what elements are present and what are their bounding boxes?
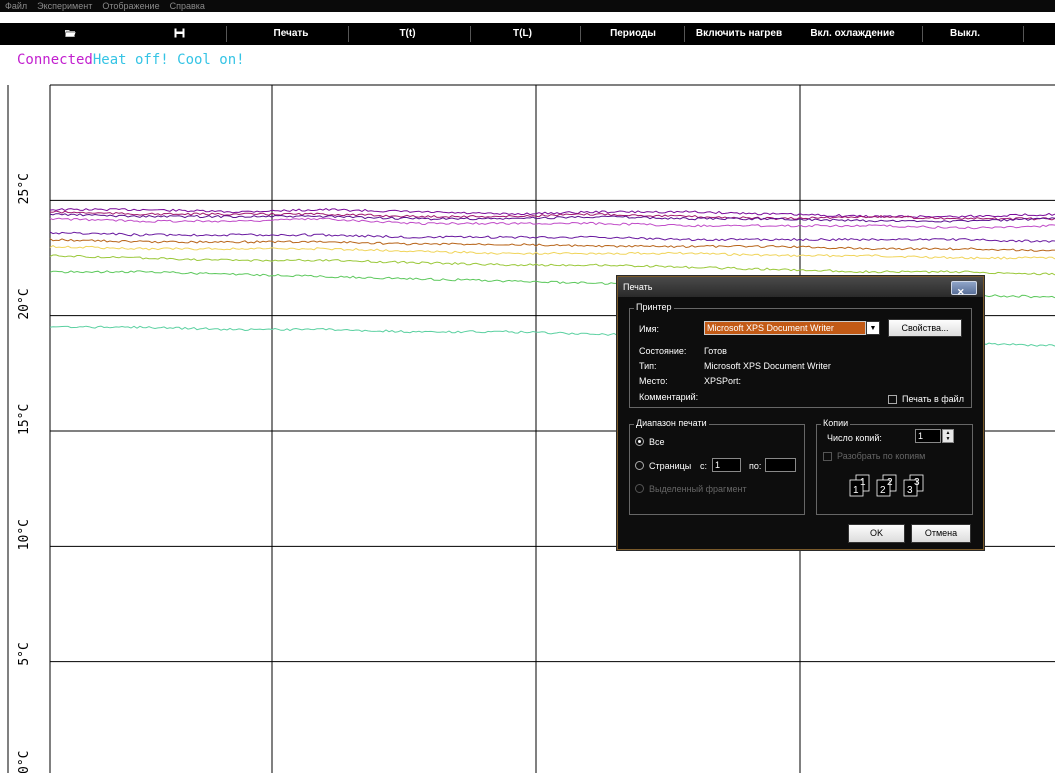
range-selection-label: Выделенный фрагмент bbox=[649, 484, 747, 494]
comment-label: Комментарий: bbox=[639, 392, 699, 402]
cool-on-button[interactable]: Вкл. охлаждение bbox=[790, 23, 915, 45]
cancel-button[interactable]: Отмена bbox=[911, 524, 971, 543]
t-time-button[interactable]: T(t) bbox=[380, 23, 435, 45]
range-pages-radio[interactable] bbox=[635, 461, 644, 470]
place-label: Место: bbox=[639, 376, 668, 386]
periods-button[interactable]: Периоды bbox=[598, 23, 668, 45]
series-line-4 bbox=[49, 231, 1055, 243]
dialog-title: Печать bbox=[623, 282, 653, 292]
series-line-3 bbox=[49, 217, 1055, 230]
range-selection-radio[interactable] bbox=[635, 484, 644, 493]
range-pages-label: Страницы bbox=[649, 461, 692, 471]
t-length-button[interactable]: T(L) bbox=[495, 23, 550, 45]
y-tick-label-1: 20°C bbox=[17, 288, 32, 319]
state-value: Готов bbox=[704, 346, 727, 356]
printer-name-label: Имя: bbox=[639, 324, 660, 334]
svg-text:1: 1 bbox=[860, 477, 866, 488]
print-button[interactable]: Печать bbox=[256, 23, 326, 45]
collate-pages-icon: 11 22 33 bbox=[849, 474, 924, 497]
heat-cool-text: Heat off! Cool on! bbox=[92, 52, 245, 68]
from-page-input[interactable]: 1 bbox=[712, 458, 741, 472]
range-all-radio[interactable] bbox=[635, 437, 644, 446]
y-tick-label-3: 10°C bbox=[17, 519, 32, 550]
menu-help[interactable]: Справка bbox=[165, 0, 210, 12]
copies-count-input[interactable]: 1 bbox=[915, 429, 941, 443]
chart-y-labels: 25°C 20°C 15°C 10°C 5°C 0°C bbox=[17, 173, 32, 773]
series-line-7 bbox=[49, 254, 1055, 276]
ok-button[interactable]: OK bbox=[848, 524, 905, 543]
svg-text:1: 1 bbox=[853, 485, 859, 496]
heat-on-button[interactable]: Включить нагрев bbox=[690, 23, 788, 45]
y-tick-label-0: 25°C bbox=[17, 173, 32, 204]
to-label: по: bbox=[749, 461, 762, 471]
type-value: Microsoft XPS Document Writer bbox=[704, 361, 831, 371]
svg-text:2: 2 bbox=[887, 477, 893, 488]
copies-count-label: Число копий: bbox=[827, 433, 882, 443]
menu-bar: Файл Эксперимент Отображение Справка bbox=[0, 0, 1055, 12]
spin-down-icon: ▼ bbox=[945, 436, 951, 442]
chevron-down-icon: ▼ bbox=[869, 325, 877, 332]
collate-label: Разобрать по копиям bbox=[837, 451, 926, 461]
connection-status: ConnectedHeat off! Cool on! bbox=[17, 52, 245, 68]
collate-checkbox[interactable] bbox=[823, 452, 832, 461]
connected-text: Connected bbox=[17, 52, 93, 68]
printer-name-select[interactable]: Microsoft XPS Document Writer bbox=[704, 321, 866, 335]
type-label: Тип: bbox=[639, 361, 657, 371]
range-all-label: Все bbox=[649, 437, 665, 447]
menu-file[interactable]: Файл bbox=[0, 0, 32, 12]
svg-text:3: 3 bbox=[914, 477, 920, 488]
toolbar: Печать T(t) T(L) Периоды Включить нагрев… bbox=[0, 23, 1055, 45]
printer-name-value: Microsoft XPS Document Writer bbox=[707, 323, 834, 333]
to-page-input[interactable] bbox=[765, 458, 796, 472]
place-value: XPSPort: bbox=[704, 376, 742, 386]
svg-text:2: 2 bbox=[880, 485, 886, 496]
copies-group-title: Копии bbox=[821, 418, 851, 428]
print-to-file-checkbox[interactable] bbox=[888, 395, 897, 404]
menu-experiment[interactable]: Эксперимент bbox=[32, 0, 97, 12]
state-label: Состояние: bbox=[639, 346, 687, 356]
dialog-title-bar: Печать ✕ bbox=[618, 277, 983, 297]
y-tick-label-5: 0°C bbox=[17, 751, 32, 773]
y-tick-label-4: 5°C bbox=[17, 642, 32, 665]
from-label: с: bbox=[700, 461, 708, 471]
series-line-6 bbox=[49, 245, 1055, 260]
printer-group-title: Принтер bbox=[634, 302, 674, 312]
save-button[interactable] bbox=[164, 23, 194, 45]
close-button[interactable]: ✕ bbox=[951, 281, 977, 297]
off-button[interactable]: Выкл. bbox=[930, 23, 1000, 45]
print-to-file-label: Печать в файл bbox=[902, 394, 964, 404]
printer-dropdown-button[interactable]: ▼ bbox=[866, 321, 880, 335]
close-icon: ✕ bbox=[957, 287, 965, 297]
folder-open-icon bbox=[64, 30, 76, 38]
print-dialog: Печать ✕ Принтер Имя: Microsoft XPS Docu… bbox=[617, 276, 984, 550]
y-tick-label-2: 15°C bbox=[17, 404, 32, 435]
copies-spinner[interactable]: ▲ ▼ bbox=[942, 429, 954, 443]
open-button[interactable] bbox=[55, 23, 85, 45]
floppy-save-icon bbox=[174, 28, 184, 38]
print-range-title: Диапазон печати bbox=[634, 418, 709, 428]
properties-button[interactable]: Свойства... bbox=[888, 319, 962, 337]
svg-text:3: 3 bbox=[907, 485, 913, 496]
menu-view[interactable]: Отображение bbox=[97, 0, 164, 12]
